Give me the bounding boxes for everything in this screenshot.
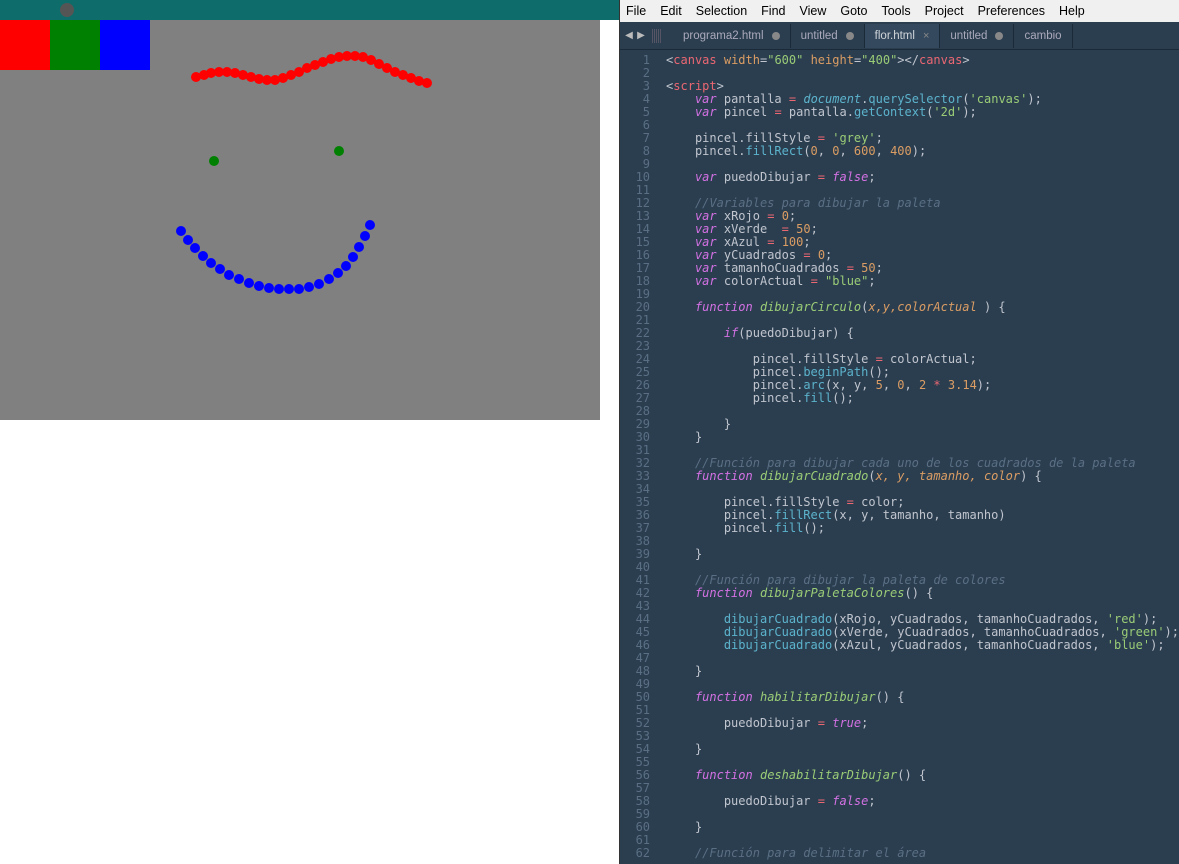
- code-editor[interactable]: 1234567891011121314151617181920212223242…: [620, 50, 1179, 864]
- paint-dot: [324, 274, 334, 284]
- menu-view[interactable]: View: [800, 4, 827, 18]
- menu-bar[interactable]: File Edit Selection Find View Goto Tools Projec…: [620, 0, 1179, 22]
- paint-dot: [209, 156, 219, 166]
- tab-label: programa2.html: [683, 30, 764, 42]
- tab-untitled[interactable]: untitled: [940, 24, 1014, 48]
- tab-label: untitled: [801, 30, 838, 42]
- paint-dot: [354, 242, 364, 252]
- tab-programa2-html[interactable]: programa2.html: [673, 24, 791, 48]
- paint-dot: [176, 226, 186, 236]
- paint-dot: [264, 283, 274, 293]
- dirty-dot-icon: [846, 32, 854, 40]
- close-icon[interactable]: ×: [923, 30, 929, 42]
- paint-dot: [360, 231, 370, 241]
- tab-nav-arrows[interactable]: ◀ ▶: [624, 30, 646, 41]
- menu-find[interactable]: Find: [761, 4, 785, 18]
- drawing-canvas[interactable]: [0, 20, 600, 420]
- menu-project[interactable]: Project: [925, 4, 964, 18]
- browser-chrome-bar: [0, 0, 619, 20]
- paint-dot: [334, 146, 344, 156]
- tab-label: untitled: [950, 30, 987, 42]
- palette-square[interactable]: [100, 20, 150, 70]
- dirty-dot-icon: [772, 32, 780, 40]
- paint-dot: [422, 78, 432, 88]
- tab-label: flor.html: [875, 30, 915, 42]
- paint-dot: [234, 274, 244, 284]
- paint-dot: [304, 282, 314, 292]
- paint-dot: [224, 270, 234, 280]
- palette-square[interactable]: [0, 20, 50, 70]
- tab-untitled[interactable]: untitled: [791, 24, 865, 48]
- editor-pane: File Edit Selection Find View Goto Tools Projec…: [619, 0, 1179, 864]
- paint-dot: [294, 284, 304, 294]
- line-gutter: 1234567891011121314151617181920212223242…: [620, 50, 658, 864]
- menu-preferences[interactable]: Preferences: [978, 4, 1045, 18]
- menu-edit[interactable]: Edit: [660, 4, 682, 18]
- tab-separator: [652, 29, 661, 43]
- tab-flor-html[interactable]: flor.html ×: [865, 24, 941, 48]
- arrow-right-icon[interactable]: ▶: [636, 30, 646, 41]
- menu-file[interactable]: File: [626, 4, 646, 18]
- menu-goto[interactable]: Goto: [840, 4, 867, 18]
- code-content[interactable]: <canvas width="600" height="400"></canva…: [658, 50, 1179, 864]
- menu-help[interactable]: Help: [1059, 4, 1085, 18]
- arrow-left-icon[interactable]: ◀: [624, 30, 634, 41]
- dirty-dot-icon: [995, 32, 1003, 40]
- tab-label: cambio: [1024, 30, 1061, 42]
- paint-dot: [284, 284, 294, 294]
- paint-dot: [365, 220, 375, 230]
- browser-pane: [0, 0, 619, 864]
- menu-selection[interactable]: Selection: [696, 4, 747, 18]
- paint-dot: [348, 252, 358, 262]
- paint-dot: [244, 278, 254, 288]
- paint-dot: [314, 279, 324, 289]
- paint-dot: [274, 284, 284, 294]
- tab-bar[interactable]: ◀ ▶ programa2.html untitled flor.html × unti…: [620, 22, 1179, 50]
- paint-dot: [254, 281, 264, 291]
- palette-square[interactable]: [50, 20, 100, 70]
- menu-tools[interactable]: Tools: [881, 4, 910, 18]
- reload-icon[interactable]: [60, 3, 74, 17]
- paint-dot: [341, 261, 351, 271]
- tab-cambio[interactable]: cambio: [1014, 24, 1072, 48]
